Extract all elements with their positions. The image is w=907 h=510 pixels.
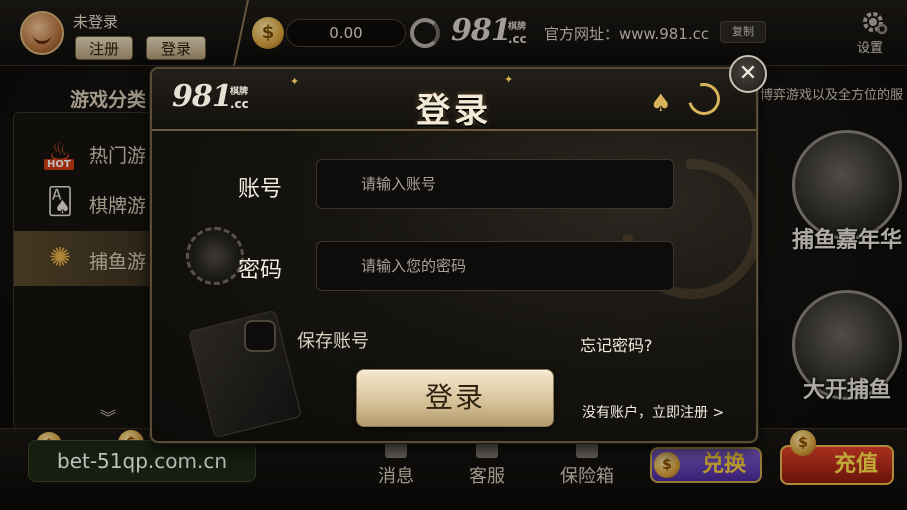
account-input[interactable] <box>316 159 674 209</box>
dialog-header: 981 棋牌 .cc ✦ ✦ 登录 ♠ <box>152 69 756 131</box>
save-account-checkbox[interactable] <box>244 320 276 352</box>
spade-icon: ♠ <box>650 89 672 117</box>
login-button[interactable]: 登录 <box>356 369 554 427</box>
poker-chip-decoration <box>186 227 244 285</box>
login-dialog: 981 棋牌 .cc ✦ ✦ 登录 ♠ 账号 密码 保存账号 忘记密码? 登录 … <box>150 67 758 443</box>
forgot-password-link[interactable]: 忘记密码? <box>580 332 653 356</box>
password-input[interactable] <box>316 241 674 291</box>
account-label: 账号 <box>238 177 283 202</box>
password-label: 密码 <box>238 258 283 283</box>
save-account-label[interactable]: 保存账号 <box>297 327 369 353</box>
app-screen: 未登录 注册 登录 $ 0.00 981 棋牌 .cc 官方网址：www.981… <box>0 0 907 510</box>
close-icon[interactable]: ✕ <box>729 55 767 93</box>
register-link[interactable]: 没有账户，立即注册 > <box>582 402 724 422</box>
